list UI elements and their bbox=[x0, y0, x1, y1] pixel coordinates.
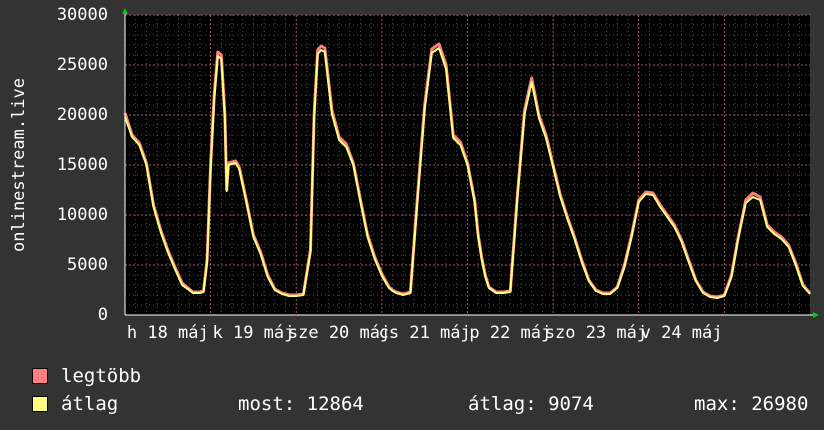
y-tick-label: 0 bbox=[98, 305, 108, 325]
legend: legtöbb átlag most: 12864 átlag: 9074 ma… bbox=[32, 362, 808, 418]
stat-average: átlag: 9074 bbox=[468, 393, 594, 415]
y-axis: 0 5000 10000 15000 20000 25000 30000 bbox=[57, 5, 108, 325]
legend-label-max: legtöbb bbox=[61, 365, 142, 387]
x-tick-label: k 19 máj bbox=[212, 323, 294, 343]
y-tick-label: 5000 bbox=[67, 255, 108, 275]
y-tick-label: 20000 bbox=[57, 105, 108, 125]
x-axis-arrow-icon bbox=[813, 312, 819, 318]
x-tick-label: h 18 máj bbox=[127, 323, 209, 343]
legend-row-avg: átlag most: 12864 átlag: 9074 max: 26980 bbox=[32, 390, 808, 418]
legend-label-avg: átlag bbox=[61, 393, 119, 415]
legend-row-max: legtöbb bbox=[32, 362, 141, 390]
x-axis: h 18 máj k 19 májsze 20 májcs 21 májp 22 … bbox=[127, 323, 723, 343]
x-tick-label: szo 23 máj bbox=[545, 323, 647, 343]
x-tick-label: cs 21 máj bbox=[379, 323, 471, 343]
y-tick-label: 10000 bbox=[57, 205, 108, 225]
stat-maximum: max: 26980 bbox=[694, 393, 809, 415]
x-tick-label: v 24 máj bbox=[641, 323, 723, 343]
x-tick-label: sze 20 máj bbox=[288, 323, 390, 343]
y-axis-arrow-icon bbox=[122, 8, 128, 14]
y-tick-label: 25000 bbox=[57, 55, 108, 75]
y-axis-label: onlinestream.live bbox=[9, 78, 29, 252]
legend-swatch-avg bbox=[32, 396, 48, 412]
y-tick-label: 30000 bbox=[57, 5, 108, 25]
x-tick-label: p 22 máj bbox=[469, 323, 551, 343]
stat-current: most: 12864 bbox=[238, 393, 364, 415]
legend-swatch-max bbox=[32, 368, 48, 384]
y-tick-label: 15000 bbox=[57, 155, 108, 175]
